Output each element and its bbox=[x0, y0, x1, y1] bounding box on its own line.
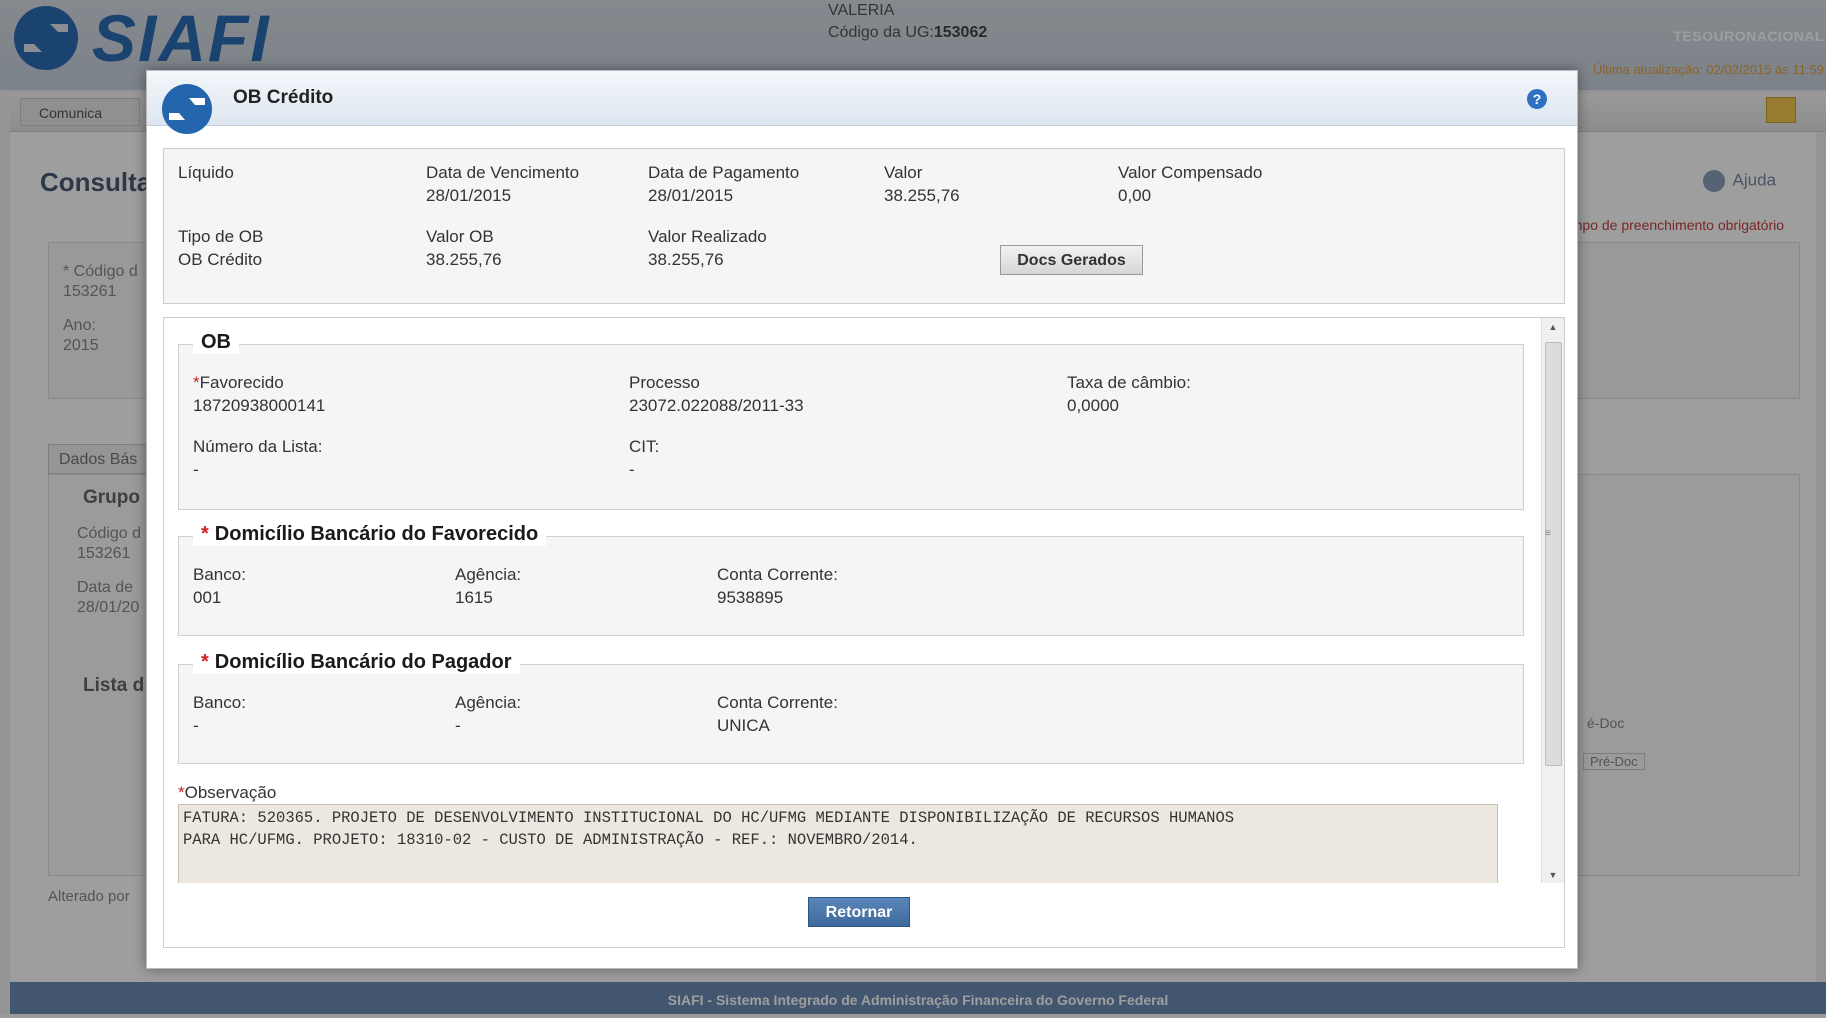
agencia-label: Agência: bbox=[455, 693, 522, 712]
observacao-textarea[interactable]: FATURA: 520365. PROJETO DE DESENVOLVIMEN… bbox=[178, 804, 1498, 884]
conta-corrente-value: UNICA bbox=[717, 716, 770, 735]
favorecido-value: 18720938000141 bbox=[193, 396, 326, 415]
vertical-scrollbar[interactable]: ▲ ≡ ▼ bbox=[1541, 318, 1564, 884]
scroll-down-icon[interactable]: ▼ bbox=[1542, 866, 1564, 884]
ob-legend: OB bbox=[193, 331, 239, 354]
observacao-label-text: Observação bbox=[184, 783, 277, 802]
banco-label: Banco: bbox=[193, 693, 246, 712]
agencia-value: - bbox=[455, 716, 461, 735]
pagador-bank-legend: * Domicílio Bancário do Pagador bbox=[193, 651, 520, 674]
scrollbar-thumb[interactable] bbox=[1545, 342, 1562, 766]
favorecido-bank-legend: * Domicílio Bancário do Favorecido bbox=[193, 523, 547, 546]
taxa-cambio-label: Taxa de câmbio: bbox=[1067, 373, 1191, 392]
agencia-value: 1615 bbox=[455, 588, 493, 607]
summary-panel: Líquido Data de Vencimento 28/01/2015 Da… bbox=[163, 148, 1565, 304]
banco-value: 001 bbox=[193, 588, 222, 607]
processo-value: 23072.022088/2011-33 bbox=[629, 396, 804, 415]
favorecido-bank-legend-text: Domicílio Bancário do Favorecido bbox=[214, 523, 539, 545]
required-marker: * bbox=[193, 373, 200, 392]
pagamento-label: Data de Pagamento bbox=[648, 163, 800, 182]
tipo-ob-label: Tipo de OB bbox=[178, 227, 264, 246]
required-marker: * bbox=[178, 783, 185, 802]
dialog-header: OB Crédito ? bbox=[147, 71, 1577, 134]
cit-label: CIT: bbox=[629, 437, 660, 456]
details-scroll-area[interactable]: OB *Favorecido 18720938000141 Processo 2… bbox=[163, 317, 1565, 885]
valor-ob-label: Valor OB bbox=[426, 227, 494, 246]
grip-icon: ≡ bbox=[1545, 528, 1551, 539]
docs-gerados-button[interactable]: Docs Gerados bbox=[1000, 245, 1143, 275]
retornar-button[interactable]: Retornar bbox=[808, 897, 910, 927]
observacao-label: *Observação bbox=[178, 783, 276, 803]
conta-corrente-label: Conta Corrente: bbox=[717, 693, 838, 712]
conta-corrente-value: 9538895 bbox=[717, 588, 784, 607]
vencimento-label: Data de Vencimento bbox=[426, 163, 580, 182]
favorecido-label: *Favorecido bbox=[193, 371, 284, 394]
numero-lista-label: Número da Lista: bbox=[193, 437, 323, 456]
processo-label: Processo bbox=[629, 373, 700, 392]
vencimento-value: 28/01/2015 bbox=[426, 186, 512, 205]
pagador-bank-group: * Domicílio Bancário do Pagador Banco: - … bbox=[178, 651, 1524, 764]
cit-value: - bbox=[629, 460, 635, 479]
valor-label: Valor bbox=[884, 163, 923, 182]
required-marker: * bbox=[201, 523, 209, 545]
agencia-label: Agência: bbox=[455, 565, 522, 584]
compensado-label: Valor Compensado bbox=[1118, 163, 1263, 182]
realizado-label: Valor Realizado bbox=[648, 227, 767, 246]
banco-label: Banco: bbox=[193, 565, 246, 584]
required-marker: * bbox=[201, 651, 209, 673]
favorecido-bank-group: * Domicílio Bancário do Favorecido Banco:… bbox=[178, 523, 1524, 636]
taxa-cambio-value: 0,0000 bbox=[1067, 396, 1119, 415]
valor-value: 38.255,76 bbox=[884, 186, 960, 205]
compensado-value: 0,00 bbox=[1118, 186, 1152, 205]
conta-corrente-label: Conta Corrente: bbox=[717, 565, 838, 584]
tipo-ob-value: OB Crédito bbox=[178, 250, 263, 269]
dialog-title: OB Crédito bbox=[233, 87, 334, 108]
siafi-logo-icon bbox=[162, 84, 212, 134]
pagamento-value: 28/01/2015 bbox=[648, 186, 734, 205]
numero-lista-value: - bbox=[193, 460, 199, 479]
help-icon[interactable]: ? bbox=[1527, 89, 1547, 109]
dialog-footer: Retornar bbox=[163, 883, 1565, 948]
ob-group: OB *Favorecido 18720938000141 Processo 2… bbox=[178, 331, 1524, 510]
pagador-bank-legend-text: Domicílio Bancário do Pagador bbox=[214, 651, 512, 673]
ob-credito-dialog: OB Crédito ? Líquido Data de Vencimento … bbox=[146, 70, 1578, 969]
scroll-up-icon[interactable]: ▲ bbox=[1542, 318, 1564, 336]
favorecido-label-text: Favorecido bbox=[199, 373, 284, 392]
realizado-value: 38.255,76 bbox=[648, 250, 724, 269]
liquido-label: Líquido bbox=[178, 163, 234, 182]
valor-ob-value: 38.255,76 bbox=[426, 250, 502, 269]
banco-value: - bbox=[193, 716, 199, 735]
